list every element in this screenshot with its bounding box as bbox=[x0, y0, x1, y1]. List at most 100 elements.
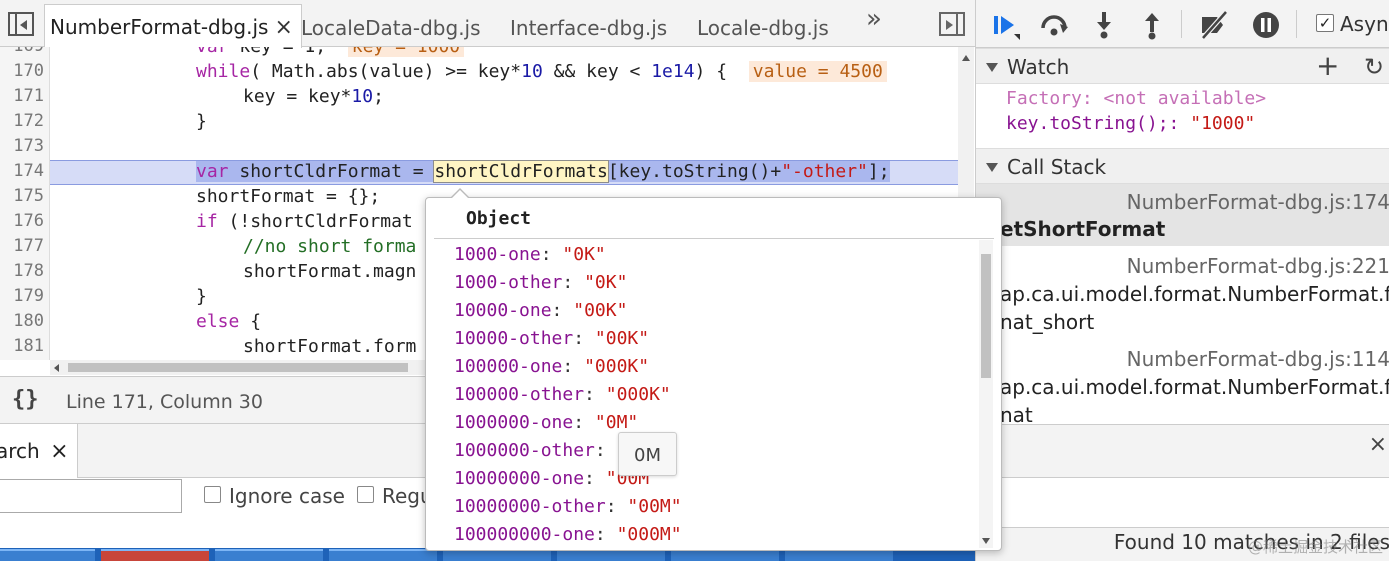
call-stack-section-header[interactable]: Call Stack bbox=[976, 148, 1389, 184]
toolbar-divider bbox=[1296, 10, 1297, 38]
property-row[interactable]: 1000-one: "0K" bbox=[454, 244, 606, 265]
line-number[interactable]: 171 bbox=[0, 84, 44, 109]
step-out-icon[interactable] bbox=[1137, 10, 1167, 40]
popover-divider bbox=[434, 238, 994, 239]
source-tab-bar: NumberFormat-dbg.js × LocaleData-dbg.js I… bbox=[0, 0, 975, 48]
line-number[interactable]: 174 bbox=[0, 159, 44, 184]
tab-locale[interactable]: Locale-dbg.js bbox=[697, 6, 829, 47]
step-into-icon[interactable] bbox=[1089, 10, 1119, 40]
more-tabs-icon[interactable]: » bbox=[866, 4, 882, 34]
object-preview-popover[interactable]: Object 1000-one: "0K" 1000-other: "0K" 1… bbox=[425, 188, 1002, 551]
property-row[interactable]: 1000000-one: "0M" bbox=[454, 412, 638, 433]
tab-label: arch bbox=[0, 439, 40, 463]
line-number[interactable]: 176 bbox=[0, 209, 44, 234]
frame-location: NumberFormat-dbg.js:221 bbox=[1126, 254, 1389, 278]
tab-label: Interface-dbg.js bbox=[510, 16, 668, 40]
tab-label: NumberFormat-dbg.js bbox=[50, 15, 269, 39]
property-row[interactable]: 10000-other: "00K" bbox=[454, 328, 649, 349]
tab-numberformat[interactable]: NumberFormat-dbg.js × bbox=[44, 4, 302, 48]
add-watch-icon[interactable]: + bbox=[1316, 48, 1339, 84]
code-line: var key = 1; key = 1000 bbox=[196, 47, 465, 59]
frame-function: etShortFormat bbox=[1000, 217, 1166, 241]
toolbar-divider bbox=[1181, 10, 1182, 38]
code-line: key = key*10; bbox=[243, 86, 384, 107]
property-row[interactable]: 100000-one: "000K" bbox=[454, 356, 649, 377]
scroll-left-icon[interactable] bbox=[54, 364, 59, 372]
line-number[interactable]: 179 bbox=[0, 284, 44, 309]
line-number[interactable]: 182 bbox=[0, 359, 44, 360]
scroll-up-icon[interactable] bbox=[962, 55, 970, 61]
inline-value: value = 4500 bbox=[748, 61, 887, 82]
search-input[interactable] bbox=[0, 479, 182, 513]
tab-search[interactable]: arch × bbox=[0, 424, 78, 478]
property-row[interactable]: 100000000-one: "000M" bbox=[454, 524, 682, 545]
call-frame[interactable]: NumberFormat-dbg.js:221 ap.ca.ui.model.f… bbox=[976, 248, 1389, 340]
line-number[interactable]: 175 bbox=[0, 184, 44, 209]
property-row[interactable]: 10000000-other: "00M" bbox=[454, 496, 682, 517]
taskbar-item[interactable] bbox=[0, 549, 95, 561]
call-frame[interactable]: NumberFormat-dbg.js:114 ap.ca.ui.model.f… bbox=[976, 341, 1389, 427]
code-line: shortFormat.form bbox=[243, 336, 417, 357]
async-label: Async bbox=[1340, 12, 1389, 36]
call-frame[interactable]: NumberFormat-dbg.js:174 etShortFormat bbox=[976, 184, 1389, 246]
regex-checkbox[interactable] bbox=[357, 486, 374, 503]
cursor-position: Line 171, Column 30 bbox=[66, 391, 263, 413]
pause-on-exceptions-icon[interactable] bbox=[1251, 10, 1281, 40]
scroll-down-icon[interactable] bbox=[982, 538, 990, 544]
debugger-toolbar: ✓ Async bbox=[976, 0, 1389, 48]
code-line: } bbox=[196, 286, 207, 307]
hovered-token[interactable]: shortCldrFormats bbox=[433, 160, 609, 183]
code-line-current: var shortCldrFormat = shortCldrFormats[k… bbox=[196, 160, 890, 183]
watch-item[interactable]: key.toString();: "1000" bbox=[1006, 113, 1255, 134]
debugger-sidebar: ✓ Async Watch + ↻ Factory: <not availabl… bbox=[975, 0, 1389, 561]
line-number[interactable]: 169 bbox=[0, 47, 44, 59]
code-line: else { bbox=[196, 311, 262, 332]
frame-function: ap.ca.ui.model.format.NumberFormat.for bbox=[1000, 282, 1389, 306]
taskbar-item[interactable] bbox=[101, 549, 209, 561]
close-tab-icon[interactable]: × bbox=[50, 439, 68, 464]
line-number[interactable]: 172 bbox=[0, 109, 44, 134]
line-number[interactable]: 178 bbox=[0, 259, 44, 284]
popover-scrollbar[interactable] bbox=[979, 240, 993, 548]
async-checkbox[interactable]: ✓ bbox=[1316, 14, 1334, 32]
close-drawer-icon[interactable]: × bbox=[1369, 432, 1387, 457]
taskbar-item[interactable] bbox=[215, 549, 323, 561]
tab-label: Locale-dbg.js bbox=[697, 16, 829, 40]
property-row[interactable]: 1000-other: "0K" bbox=[454, 272, 627, 293]
close-tab-icon[interactable]: × bbox=[274, 15, 292, 40]
resume-icon[interactable] bbox=[992, 10, 1022, 40]
code-line: while( Math.abs(value) >= key*10 && key … bbox=[196, 59, 887, 84]
step-over-icon[interactable] bbox=[1039, 10, 1069, 40]
deactivate-breakpoints-icon[interactable] bbox=[1199, 10, 1229, 40]
ignore-case-label: Ignore case bbox=[229, 484, 345, 508]
property-row[interactable]: 10000-one: "00K" bbox=[454, 300, 627, 321]
line-number[interactable]: 180 bbox=[0, 309, 44, 334]
scroll-thumb[interactable] bbox=[68, 363, 408, 372]
popover-title: Object bbox=[466, 208, 532, 229]
taskbar-item[interactable] bbox=[329, 549, 437, 561]
line-number[interactable]: 177 bbox=[0, 234, 44, 259]
watermark: @稀土掘金技术社区 bbox=[1247, 538, 1383, 556]
ignore-case-checkbox[interactable] bbox=[204, 486, 221, 503]
expand-triangle-icon bbox=[986, 163, 998, 172]
code-line: } bbox=[196, 111, 207, 132]
property-row[interactable]: 100000-other: "000K" bbox=[454, 384, 671, 405]
scroll-thumb[interactable] bbox=[981, 254, 991, 378]
watch-item[interactable]: Factory: <not available> bbox=[1006, 88, 1266, 109]
toggle-navigator-icon[interactable] bbox=[8, 12, 34, 36]
frame-location: NumberFormat-dbg.js:114 bbox=[1126, 347, 1389, 371]
code-line: //no short forma bbox=[243, 236, 417, 257]
tab-interface[interactable]: Interface-dbg.js bbox=[510, 6, 667, 47]
expand-triangle-icon bbox=[986, 63, 998, 72]
watch-section-header[interactable]: Watch + ↻ bbox=[976, 48, 1389, 84]
property-row[interactable]: 1000000-other: bbox=[454, 440, 606, 461]
refresh-icon[interactable]: ↻ bbox=[1364, 49, 1384, 85]
line-number[interactable]: 170 bbox=[0, 59, 44, 84]
frame-function: ap.ca.ui.model.format.NumberFormat.for bbox=[1000, 375, 1389, 399]
tab-localedata[interactable]: LocaleData-dbg.js bbox=[301, 6, 481, 47]
code-line: shortFormat = {}; bbox=[196, 186, 381, 207]
pretty-print-button[interactable]: {} bbox=[12, 387, 39, 412]
toggle-debugger-icon[interactable] bbox=[939, 12, 965, 36]
line-number[interactable]: 173 bbox=[0, 134, 44, 159]
line-number[interactable]: 181 bbox=[0, 334, 44, 359]
